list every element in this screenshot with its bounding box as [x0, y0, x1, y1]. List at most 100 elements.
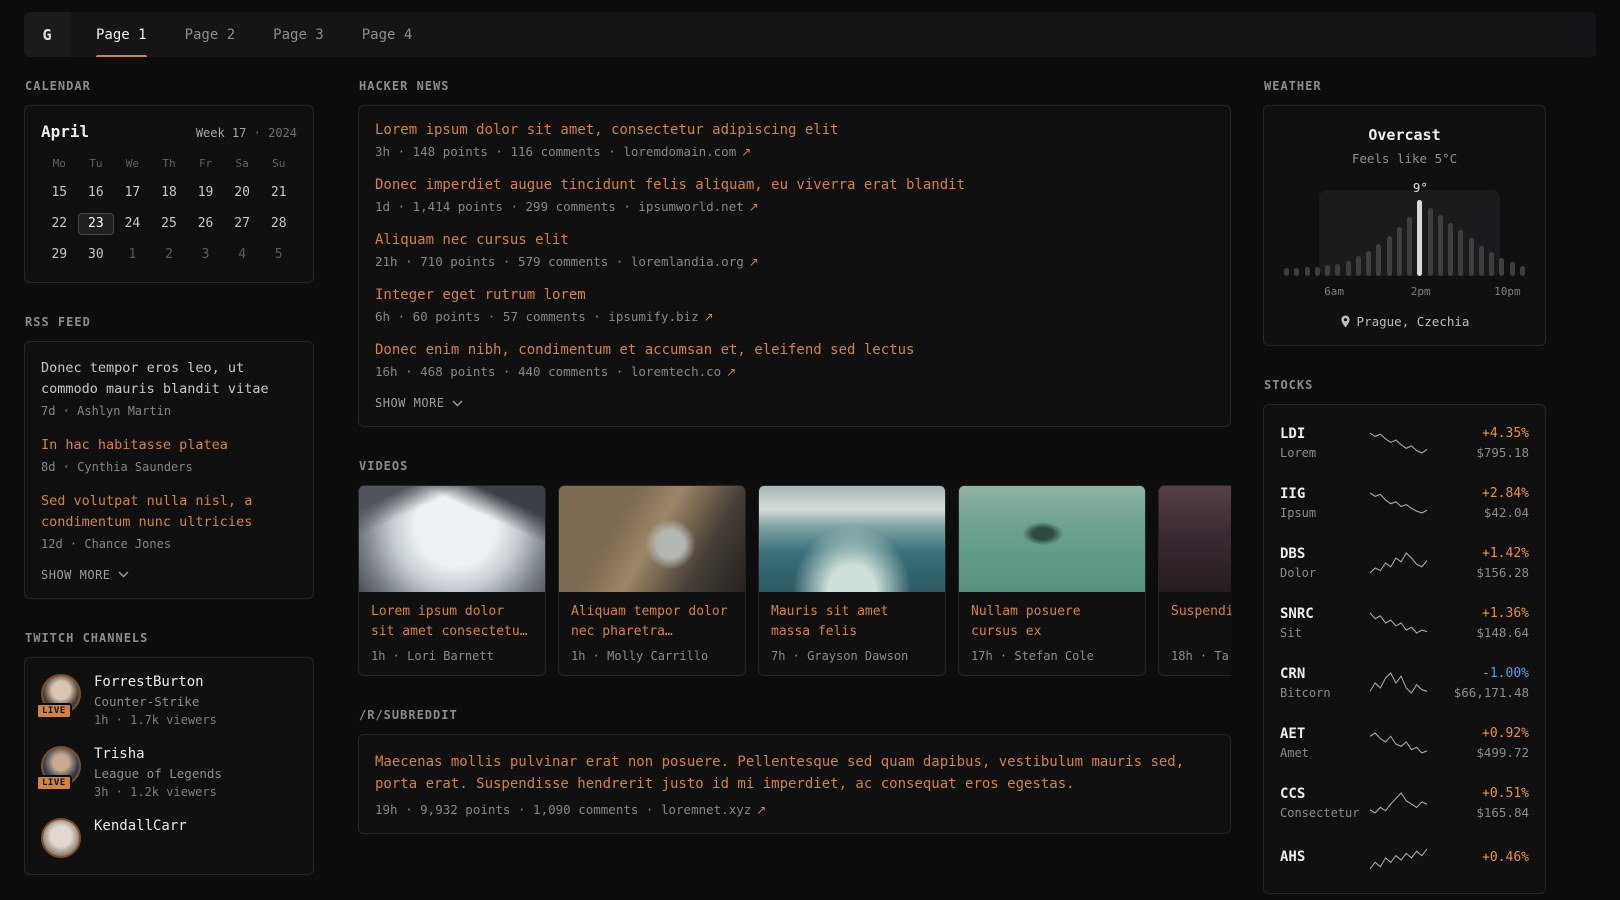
- rss-item-link[interactable]: Sed volutpat nulla nisl, a condimentum n…: [41, 491, 297, 533]
- calendar-day: 26: [187, 213, 224, 235]
- video-thumbnail[interactable]: [1159, 486, 1231, 592]
- stock-price: $795.18: [1437, 445, 1529, 460]
- temperature-bar: [1499, 258, 1504, 276]
- calendar-section-title: CALENDAR: [25, 79, 314, 93]
- stock-row[interactable]: AET Amet +0.92% $499.72: [1280, 713, 1529, 773]
- subreddit-post-link[interactable]: Maecenas mollis pulvinar erat non posuer…: [375, 751, 1214, 796]
- stock-row[interactable]: DBS Dolor +1.42% $156.28: [1280, 533, 1529, 593]
- right-column: WEATHER Overcast Feels like 5°C 9° 6am 2…: [1263, 79, 1546, 894]
- stock-symbol: CCS: [1280, 786, 1360, 802]
- temperature-bar: [1305, 267, 1310, 276]
- stock-numbers: +0.46%: [1437, 850, 1529, 869]
- video-card[interactable]: Nullam posuere cursus ex 17h · Stefan Co…: [958, 485, 1146, 676]
- twitch-channel-info: KendallCarr: [94, 818, 187, 834]
- stock-symbol: IIG: [1280, 486, 1360, 502]
- stock-sparkline: [1370, 550, 1427, 576]
- rss-show-more-button[interactable]: SHOW MORE: [41, 568, 297, 582]
- calendar-grid: Mo Tu We Th Fr Sa Su 15 16 17 18 19 20 2…: [41, 157, 297, 266]
- calendar-day: 19: [187, 182, 224, 204]
- hn-item-link[interactable]: Donec enim nibh, condimentum et accumsan…: [375, 342, 1214, 358]
- video-card[interactable]: Suspendisse diam 18h · Tara: [1158, 485, 1231, 676]
- hn-item-link[interactable]: Donec imperdiet augue tincidunt felis al…: [375, 177, 1214, 193]
- hn-item: Donec enim nibh, condimentum et accumsan…: [375, 342, 1214, 379]
- external-link-icon[interactable]: ↗: [704, 310, 714, 324]
- twitch-channel[interactable]: KendallCarr: [41, 818, 297, 858]
- calendar-separator: ·: [254, 126, 261, 140]
- tab-page-4[interactable]: Page 4: [362, 12, 413, 57]
- external-link-icon[interactable]: ↗: [749, 200, 759, 214]
- video-title[interactable]: Mauris sit amet massa felis: [771, 602, 933, 642]
- temperature-bar: [1438, 215, 1443, 276]
- video-title[interactable]: Aliquam tempor dolor nec pharetra…: [571, 602, 733, 642]
- rss-item-meta: 8d · Cynthia Saunders: [41, 460, 297, 474]
- video-thumbnail[interactable]: [959, 486, 1145, 592]
- hn-item-link[interactable]: Lorem ipsum dolor sit amet, consectetur …: [375, 122, 1214, 138]
- hn-item: Integer eget rutrum lorem 6h · 60 points…: [375, 287, 1214, 324]
- temperature-bar: [1387, 236, 1392, 276]
- video-thumbnail[interactable]: [359, 486, 545, 592]
- temperature-bar: [1315, 267, 1320, 276]
- stock-change: +1.42%: [1437, 546, 1529, 561]
- external-link-icon[interactable]: ↗: [749, 255, 759, 269]
- day-header: We: [114, 157, 151, 170]
- video-card[interactable]: Lorem ipsum dolor sit amet consectetu… 1…: [358, 485, 546, 676]
- weather-section: WEATHER Overcast Feels like 5°C 9° 6am 2…: [1263, 79, 1546, 346]
- video-title[interactable]: Lorem ipsum dolor sit amet consectetu…: [371, 602, 533, 642]
- video-title[interactable]: Nullam posuere cursus ex: [971, 602, 1133, 642]
- chevron-down-icon: [452, 400, 463, 407]
- day-header: Fr: [187, 157, 224, 170]
- stock-row[interactable]: LDI Lorem +4.35% $795.18: [1280, 413, 1529, 473]
- weather-location-label: Prague, Czechia: [1357, 314, 1470, 329]
- stock-row[interactable]: CRN Bitcorn -1.00% $66,171.48: [1280, 653, 1529, 713]
- external-link-icon[interactable]: ↗: [756, 803, 766, 817]
- rss-show-more-label: SHOW MORE: [41, 568, 111, 582]
- stock-numbers: +0.92% $499.72: [1437, 726, 1529, 760]
- tab-page-2[interactable]: Page 2: [185, 12, 236, 57]
- rss-item-link[interactable]: In hac habitasse platea: [41, 435, 297, 456]
- stock-symbol: AET: [1280, 726, 1360, 742]
- video-title[interactable]: Suspendisse diam: [1171, 602, 1231, 642]
- twitch-channel-name: KendallCarr: [94, 818, 187, 834]
- app-logo[interactable]: G: [24, 12, 70, 57]
- temperature-bar: [1366, 251, 1371, 276]
- stock-numbers: -1.00% $66,171.48: [1437, 666, 1529, 700]
- stock-symbol: AHS: [1280, 849, 1360, 865]
- video-thumbnail[interactable]: [759, 486, 945, 592]
- avatar: [41, 818, 81, 858]
- hn-item: Aliquam nec cursus elit 21h · 710 points…: [375, 232, 1214, 269]
- tab-page-3[interactable]: Page 3: [273, 12, 324, 57]
- tab-page-1[interactable]: Page 1: [96, 12, 147, 57]
- temperature-bar: [1346, 261, 1351, 276]
- main-content: CALENDAR April Week 17 · 2024 Mo Tu We T…: [0, 57, 1620, 894]
- hn-item-link[interactable]: Integer eget rutrum lorem: [375, 287, 1214, 303]
- live-badge: LIVE: [36, 703, 72, 719]
- video-card[interactable]: Aliquam tempor dolor nec pharetra… 1h · …: [558, 485, 746, 676]
- external-link-icon[interactable]: ↗: [741, 145, 751, 159]
- weather-feels-like: Feels like 5°C: [1280, 151, 1529, 166]
- stock-row[interactable]: IIG Ipsum +2.84% $42.04: [1280, 473, 1529, 533]
- temperature-bars: [1284, 200, 1525, 276]
- video-card[interactable]: Mauris sit amet massa felis 7h · Grayson…: [758, 485, 946, 676]
- time-label: 2pm: [1411, 285, 1431, 298]
- calendar-header: April Week 17 · 2024: [41, 122, 297, 141]
- twitch-channel[interactable]: LIVE ForrestBurton Counter-Strike 1h · 1…: [41, 674, 297, 727]
- video-thumbnail[interactable]: [559, 486, 745, 592]
- video-card-body: Mauris sit amet massa felis 7h · Grayson…: [759, 592, 945, 675]
- twitch-channel[interactable]: LIVE Trisha League of Legends 3h · 1.2k …: [41, 746, 297, 799]
- chevron-down-icon: [118, 571, 129, 578]
- rss-item-link[interactable]: Donec tempor eros leo, ut commodo mauris…: [41, 358, 297, 400]
- calendar-week: Week 17: [196, 126, 247, 140]
- hn-item-meta: 3h · 148 points · 116 comments · loremdo…: [375, 144, 1214, 159]
- day-header: Mo: [41, 157, 78, 170]
- calendar-day: 30: [78, 244, 115, 266]
- stock-row[interactable]: CCS Consectetur +0.51% $165.84: [1280, 773, 1529, 833]
- twitch-avatar-wrap: LIVE: [41, 674, 81, 714]
- external-link-icon[interactable]: ↗: [726, 365, 736, 379]
- video-meta: 18h · Tara: [1171, 649, 1231, 663]
- hn-show-more-button[interactable]: SHOW MORE: [375, 396, 1214, 410]
- stock-row[interactable]: SNRC Sit +1.36% $148.64: [1280, 593, 1529, 653]
- subreddit-card: Maecenas mollis pulvinar erat non posuer…: [358, 734, 1231, 834]
- hn-item-link[interactable]: Aliquam nec cursus elit: [375, 232, 1214, 248]
- stock-row[interactable]: AHS +0.46%: [1280, 833, 1529, 885]
- video-meta: 7h · Grayson Dawson: [771, 649, 933, 663]
